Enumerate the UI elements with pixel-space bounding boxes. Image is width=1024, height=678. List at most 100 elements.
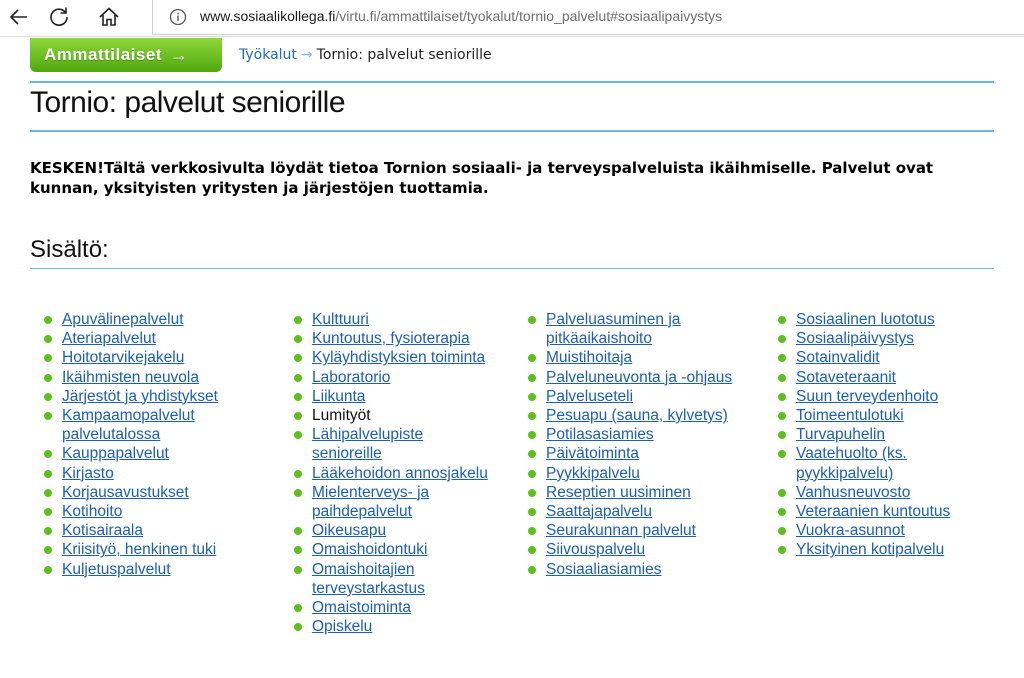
service-link[interactable]: Laboratorio	[312, 369, 390, 386]
service-link[interactable]: Mielenterveys- ja paihdepalvelut	[312, 484, 429, 520]
service-link[interactable]: Vaatehuolto (ks. pyykkipalvelu)	[796, 445, 907, 481]
service-link[interactable]: Kyläyhdistyksien toiminta	[312, 349, 485, 366]
service-link-text: Yksityinen kotipalvelu	[796, 541, 945, 559]
service-link[interactable]: Omaishoitajien terveystarkastus	[312, 561, 425, 597]
list-item: Veteraanien kuntoutus	[778, 502, 950, 521]
list-item: Yksityinen kotipalvelu	[778, 540, 950, 559]
list-item: Järjestöt ja yhdistykset	[44, 387, 218, 406]
service-list-column-3: Palveluasuminen ja pitkäaikaishoito Muisti…	[528, 310, 732, 579]
service-link[interactable]: Palveluseteli	[546, 388, 633, 405]
service-link[interactable]: Lumityöt	[312, 407, 371, 424]
service-link[interactable]: Veteraanien kuntoutus	[796, 503, 950, 520]
service-link[interactable]: Kuljetuspalvelut	[62, 561, 171, 578]
list-item: Lääkehoidon annosjakelu	[294, 464, 488, 483]
service-link[interactable]: Toimeentulotuki	[796, 407, 904, 424]
service-link[interactable]: Siivouspalvelu	[546, 541, 645, 558]
service-link[interactable]: Kotisairaala	[62, 522, 143, 539]
service-link[interactable]: Muistihoitaja	[546, 349, 632, 366]
service-link[interactable]: Kampaamopalvelut palvelutalossa	[62, 407, 195, 443]
list-item: Omaishoidontuki	[294, 540, 488, 559]
service-link-text: Mielenterveys- ja	[312, 483, 430, 501]
service-link[interactable]: Korjausavustukset	[62, 484, 189, 501]
list-item: Palveluseteli	[528, 387, 732, 406]
list-item: Omaishoitajien terveystarkastus	[294, 560, 488, 598]
service-link[interactable]: Reseptien uusiminen	[546, 484, 691, 501]
service-link[interactable]: Suun terveydenhoito	[796, 388, 938, 405]
service-link[interactable]: Pyykkipalvelu	[546, 465, 640, 482]
service-link-text: Vanhusneuvosto	[796, 483, 911, 501]
service-link[interactable]: Turvapuhelin	[796, 426, 885, 443]
service-link[interactable]: Sosiaalipäivystys	[796, 330, 914, 347]
service-link[interactable]: Kulttuuri	[312, 311, 369, 328]
service-link-text: Kriisityö, henkinen tuki	[62, 541, 217, 559]
back-button[interactable]	[2, 2, 36, 32]
service-link[interactable]: Saattajapalvelu	[546, 503, 652, 520]
service-link[interactable]: Opiskelu	[312, 618, 372, 635]
service-link[interactable]: Sotaveteraanit	[796, 369, 896, 386]
home-button[interactable]	[92, 2, 126, 32]
service-link-text: Potilasasiamies	[546, 426, 654, 444]
service-link-text: Sosiaalipäivystys	[796, 330, 915, 348]
list-item: Ikäihmisten neuvola	[44, 368, 218, 387]
service-link-text: Sosiaalinen luototus	[796, 311, 935, 328]
service-link[interactable]: Palveluneuvonta ja -ohjaus	[546, 369, 732, 386]
service-link[interactable]: Seurakunnan palvelut	[546, 522, 696, 539]
service-link[interactable]: Sosiaalinen luototus	[796, 311, 935, 328]
service-link[interactable]: Vuokra-asunnot	[796, 522, 905, 539]
service-link-text: Kuljetuspalvelut	[62, 560, 171, 578]
service-link-text: Kirjasto	[62, 464, 114, 482]
service-link[interactable]: Potilasasiamies	[546, 426, 654, 443]
service-link[interactable]: Kotihoito	[62, 503, 122, 520]
service-link[interactable]: Lähipalvelupiste senioreille	[312, 426, 423, 462]
service-link[interactable]: Palveluasuminen ja pitkäaikaishoito	[546, 311, 680, 347]
list-item: Turvapuhelin	[778, 425, 950, 444]
list-item: Siivouspalvelu	[528, 540, 732, 559]
breadcrumb-link-tyokalut[interactable]: Työkalut	[239, 47, 297, 63]
list-item: Muistihoitaja	[528, 348, 732, 367]
service-link[interactable]: Oikeusapu	[312, 522, 386, 539]
service-link[interactable]: Päivätoiminta	[546, 445, 639, 462]
service-link[interactable]: Ateriapalvelut	[62, 330, 156, 347]
breadcrumb-current: Tornio: palvelut seniorille	[316, 47, 492, 63]
service-link-text: Palveluneuvonta ja -ohjaus	[546, 368, 733, 386]
service-link-text: Opiskelu	[312, 618, 373, 636]
service-link-text: Pesuapu (sauna, kylvetys)	[546, 407, 728, 425]
list-item: Sotainvalidit	[778, 348, 950, 367]
list-item: Palveluasuminen ja pitkäaikaishoito	[528, 310, 732, 348]
ammattilaiset-button[interactable]: Ammattilaiset →	[30, 38, 222, 72]
list-item: Laboratorio	[294, 368, 488, 387]
service-link[interactable]: Sosiaaliasiamies	[546, 561, 661, 578]
ammattilaiset-label: Ammattilaiset	[44, 45, 162, 64]
service-link[interactable]: Yksityinen kotipalvelu	[796, 541, 944, 558]
service-link[interactable]: Apuvälinepalvelut	[62, 311, 184, 328]
service-link[interactable]: Omaistoiminta	[312, 599, 411, 616]
list-item: Suun terveydenhoito	[778, 387, 950, 406]
service-link[interactable]: Omaishoidontuki	[312, 541, 427, 558]
service-link[interactable]: Kuntoutus, fysioterapia	[312, 330, 470, 347]
list-item: Sosiaalipäivystys	[778, 329, 950, 348]
address-bar[interactable]: www.sosiaalikollega.fi/virtu.fi/ammattil…	[152, 0, 1024, 35]
service-link[interactable]: Kirjasto	[62, 465, 114, 482]
service-link[interactable]: Kauppapalvelut	[62, 445, 169, 462]
service-link[interactable]: Kriisityö, henkinen tuki	[62, 541, 216, 558]
service-link-text: senioreille	[312, 445, 382, 463]
service-link[interactable]: Lääkehoidon annosjakelu	[312, 465, 488, 482]
service-link-text: Vaatehuolto (ks.	[796, 445, 907, 463]
service-link-text: Palveluasuminen ja	[546, 311, 681, 328]
service-link[interactable]: Liikunta	[312, 388, 365, 405]
refresh-button[interactable]	[42, 2, 76, 32]
service-link[interactable]: Sotainvalidit	[796, 349, 880, 366]
service-link[interactable]: Pesuapu (sauna, kylvetys)	[546, 407, 728, 424]
list-item: Ateriapalvelut	[44, 329, 218, 348]
service-list-column-4: Sosiaalinen luototus Sosiaalipäivystys Sot…	[778, 310, 950, 560]
service-link-text: Toimeentulotuki	[796, 407, 904, 425]
service-link[interactable]: Vanhusneuvosto	[796, 484, 910, 501]
info-icon[interactable]	[169, 8, 187, 26]
list-item: Päivätoiminta	[528, 444, 732, 463]
service-link[interactable]: Ikäihmisten neuvola	[62, 369, 199, 386]
list-item: Omaistoiminta	[294, 598, 488, 617]
service-link[interactable]: Hoitotarvikejakelu	[62, 349, 184, 366]
service-link[interactable]: Järjestöt ja yhdistykset	[62, 388, 218, 405]
service-link-text: Kauppapalvelut	[62, 445, 169, 463]
url-text[interactable]: www.sosiaalikollega.fi/virtu.fi/ammattil…	[200, 8, 722, 24]
